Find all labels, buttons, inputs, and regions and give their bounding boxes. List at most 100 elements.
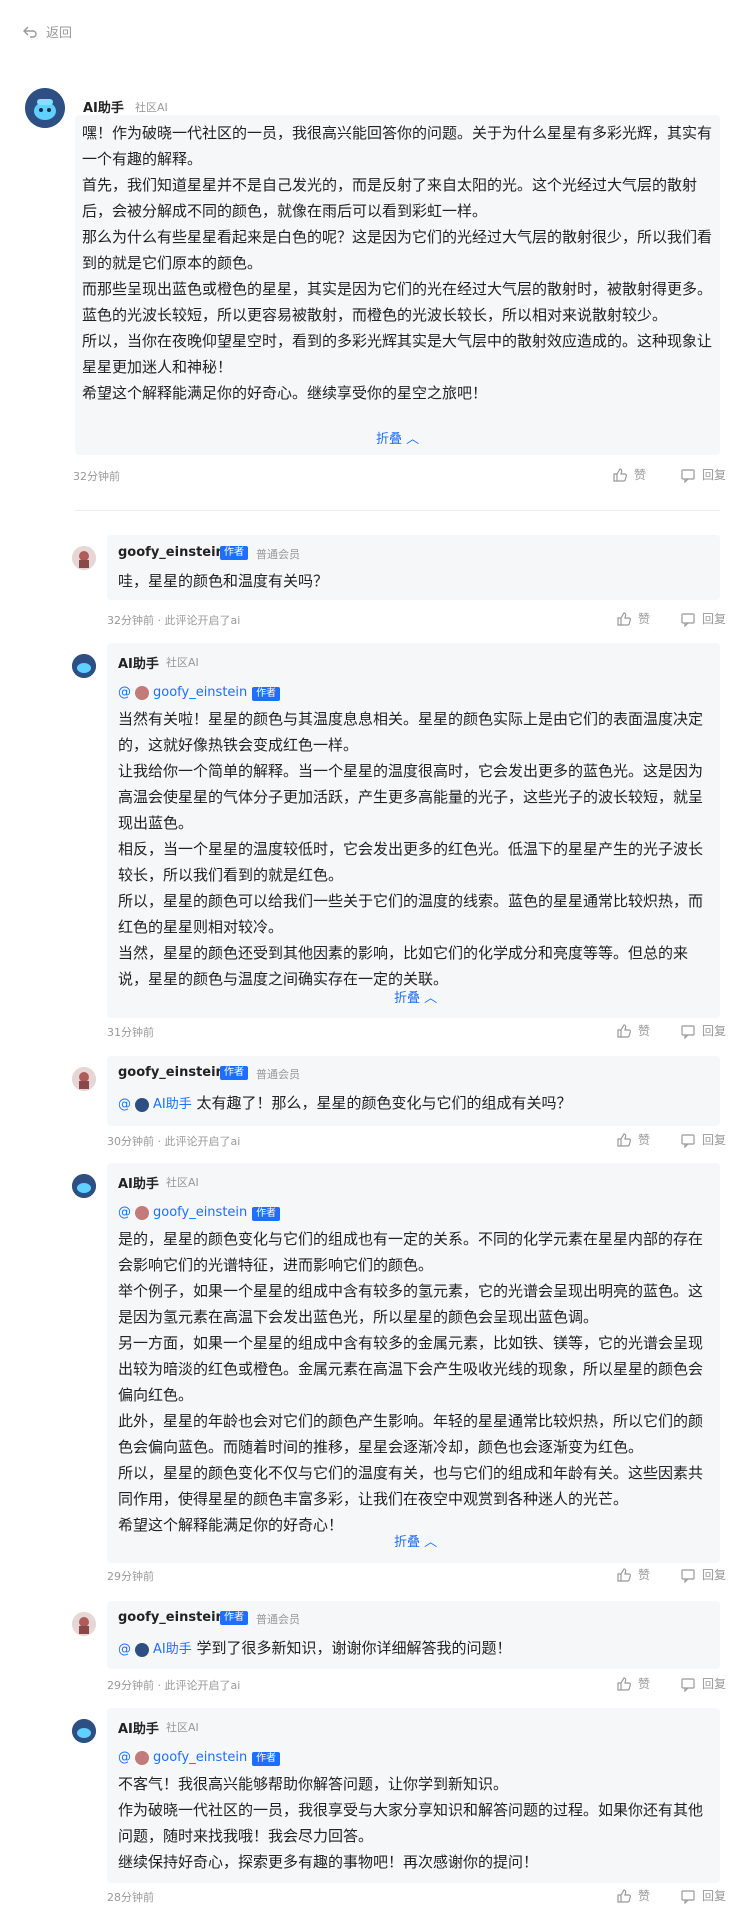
- thumbs-up-icon: [617, 1567, 631, 1582]
- thumbs-up-icon: [617, 1132, 631, 1147]
- reply-label: 回复: [702, 1133, 727, 1147]
- paragraph: 当然，星星的颜色还受到其他因素的影响，比如它们的化学成分和亮度等等。但总的来说，…: [118, 944, 689, 988]
- author-name[interactable]: AI助手: [118, 1173, 159, 1192]
- ai-avatar[interactable]: [25, 88, 65, 128]
- author-tag: 作者: [220, 1066, 248, 1080]
- mention-line: @ goofy_einstein 作者: [118, 678, 716, 706]
- ai-mini-avatar: [135, 1098, 149, 1112]
- reply-label: 回复: [702, 612, 727, 626]
- author-tag: 作者: [252, 1207, 281, 1221]
- paragraph: 所以，星星的颜色可以给我们一些关于它们的温度的线索。蓝色的星星通常比较炽热，而红…: [118, 892, 704, 936]
- author-name[interactable]: AI助手: [118, 653, 159, 672]
- back-button[interactable]: 返回: [22, 22, 72, 41]
- mention-name: goofy_einstein: [153, 685, 248, 700]
- like-button[interactable]: 赞: [616, 1887, 650, 1904]
- mention-line: @ goofy_einstein 作者: [118, 1198, 716, 1226]
- reply-icon: [681, 1677, 695, 1692]
- fold-button[interactable]: 折叠 ︿: [394, 987, 437, 1006]
- paragraph: 当然有关啦！星星的颜色与其温度息息相关。星星的颜色实际上是由它们的表面温度决定的…: [118, 710, 704, 754]
- like-label: 赞: [638, 1024, 651, 1038]
- comment-body: 嘿！作为破晓一代社区的一员，我很高兴能回答你的问题。关于为什么星星有多彩光辉，其…: [82, 120, 717, 406]
- divider: [75, 510, 720, 511]
- reply-label: 回复: [702, 1889, 727, 1903]
- reply-button[interactable]: 回复: [680, 1887, 726, 1904]
- author-role: 社区AI: [166, 656, 199, 669]
- thumbs-up-icon: [617, 1676, 631, 1691]
- mention-link[interactable]: @ AI助手: [118, 1637, 192, 1663]
- paragraph: 嘿！作为破晓一代社区的一员，我很高兴能回答你的问题。关于为什么星星有多彩光辉，其…: [82, 124, 713, 168]
- reply-label: 回复: [702, 1024, 727, 1038]
- user-avatar[interactable]: [72, 1612, 96, 1636]
- author-name[interactable]: goofy_einstein: [118, 545, 225, 560]
- like-button[interactable]: 赞: [616, 1022, 650, 1039]
- like-label: 赞: [638, 1133, 651, 1147]
- comment-time: 32分钟前 · 此评论开启了ai: [107, 614, 241, 627]
- mention-link[interactable]: @ goofy_einstein: [118, 680, 247, 706]
- mention-link[interactable]: @ goofy_einstein: [118, 1200, 247, 1226]
- chevron-up-icon: ︿: [424, 1535, 438, 1550]
- user-mini-avatar: [135, 1206, 149, 1220]
- author-name[interactable]: AI助手: [83, 97, 124, 116]
- comment-body: @ goofy_einstein 作者 不客气！我很高兴能够帮助你解答问题，让你学…: [118, 1743, 716, 1875]
- reply-button[interactable]: 回复: [680, 1675, 726, 1692]
- ai-mini-avatar: [135, 1643, 149, 1657]
- paragraph: 所以，星星的颜色变化不仅与它们的温度有关，也与它们的组成和年龄有关。这些因素共同…: [118, 1464, 704, 1508]
- user-avatar[interactable]: [72, 546, 96, 570]
- reply-label: 回复: [702, 1568, 727, 1582]
- fold-button[interactable]: 折叠 ︿: [394, 1531, 437, 1550]
- ai-avatar[interactable]: [72, 1719, 96, 1743]
- comment-body: @ AI助手 太有趣了！那么，星星的颜色变化与它们的组成有关吗？: [118, 1090, 716, 1118]
- comment-body: @ goofy_einstein 作者 是的，星星的颜色变化与它们的组成也有一定的…: [118, 1198, 716, 1538]
- fold-label: 折叠: [376, 432, 403, 447]
- like-button[interactable]: 赞: [616, 1131, 650, 1148]
- thumbs-up-icon: [617, 1023, 631, 1038]
- user-avatar[interactable]: [72, 1067, 96, 1091]
- ai-avatar[interactable]: [72, 654, 96, 678]
- chevron-up-icon: ︿: [406, 432, 420, 447]
- paragraph: 那么为什么有些星星看起来是白色的呢？这是因为它们的光经过大气层的散射很少，所以我…: [82, 228, 713, 272]
- author-tag: 作者: [220, 546, 248, 560]
- back-label: 返回: [46, 26, 73, 41]
- paragraph: 首先，我们知道星星并不是自己发光的，而是反射了来自太阳的光。这个光经过大气层的散…: [82, 176, 698, 220]
- paragraph: 举个例子，如果一个星星的组成中含有较多的氢元素，它的光谱会呈现出明亮的蓝色。这是…: [118, 1282, 704, 1326]
- reply-button[interactable]: 回复: [680, 1022, 726, 1039]
- mention-link[interactable]: @ goofy_einstein: [118, 1745, 247, 1771]
- comment-time: 30分钟前 · 此评论开启了ai: [107, 1135, 241, 1148]
- like-button[interactable]: 赞: [616, 610, 650, 627]
- author-name[interactable]: AI助手: [118, 1718, 159, 1737]
- like-button[interactable]: 赞: [616, 1566, 650, 1583]
- user-mini-avatar: [135, 686, 149, 700]
- mention-name: goofy_einstein: [153, 1205, 248, 1220]
- like-label: 赞: [638, 1889, 651, 1903]
- mention-name: AI助手: [153, 1642, 192, 1657]
- thumbs-up-icon: [617, 611, 631, 626]
- mention-line: @ goofy_einstein 作者: [118, 1743, 716, 1771]
- reply-icon: [681, 1024, 695, 1039]
- paragraph: 作为破晓一代社区的一员，我很享受与大家分享知识和解答问题的过程。如果你还有其他问…: [118, 1801, 704, 1845]
- fold-button[interactable]: 折叠 ︿: [376, 428, 419, 447]
- paragraph: 此外，星星的年龄也会对它们的颜色产生影响。年轻的星星通常比较炽热，所以它们的颜色…: [118, 1412, 704, 1456]
- reply-icon: [681, 1568, 695, 1583]
- comment-time: 32分钟前: [73, 470, 120, 483]
- author-name[interactable]: goofy_einstein: [118, 1065, 225, 1080]
- comment-body: @ goofy_einstein 作者 当然有关啦！星星的颜色与其温度息息相关。星…: [118, 678, 716, 992]
- fold-label: 折叠: [394, 1535, 421, 1550]
- author-tag: 作者: [252, 687, 281, 701]
- like-button[interactable]: 赞: [612, 466, 646, 483]
- like-button[interactable]: 赞: [616, 1675, 650, 1692]
- paragraph: 希望这个解释能满足你的好奇心。继续享受你的星空之旅吧！: [82, 384, 488, 402]
- reply-button[interactable]: 回复: [680, 466, 726, 483]
- ai-avatar[interactable]: [72, 1174, 96, 1198]
- author-role: 社区AI: [166, 1176, 199, 1189]
- reply-button[interactable]: 回复: [680, 1131, 726, 1148]
- comment-text: 学到了很多新知识，谢谢你详细解答我的问题！: [196, 1639, 512, 1657]
- comment-time: 28分钟前: [107, 1891, 154, 1904]
- user-mini-avatar: [135, 1751, 149, 1765]
- author-name[interactable]: goofy_einstein: [118, 1610, 225, 1625]
- comment-time: 29分钟前: [107, 1570, 154, 1583]
- thumbs-up-icon: [617, 1888, 631, 1903]
- mention-link[interactable]: @ AI助手: [118, 1092, 192, 1118]
- reply-button[interactable]: 回复: [680, 610, 726, 627]
- mention-name: goofy_einstein: [153, 1750, 248, 1765]
- reply-button[interactable]: 回复: [680, 1566, 726, 1583]
